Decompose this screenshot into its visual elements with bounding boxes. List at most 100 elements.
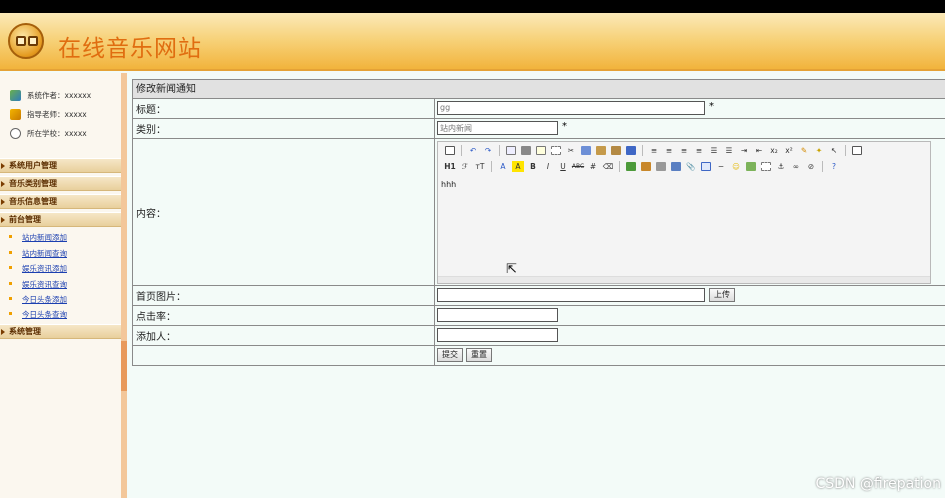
author-text: 系统作者：xxxxxx: [27, 91, 92, 100]
bold-button[interactable]: B: [527, 161, 539, 172]
underline-button[interactable]: U: [557, 161, 569, 172]
title-input[interactable]: gg: [437, 101, 705, 115]
editor-resize-handle[interactable]: [438, 276, 930, 283]
strikethrough-button[interactable]: ABC: [572, 161, 584, 172]
indent-icon[interactable]: ⇥: [738, 145, 750, 156]
mouse-cursor-icon: ⇱: [506, 262, 517, 277]
bgcolor-button[interactable]: A: [512, 160, 524, 172]
line-height-icon[interactable]: #: [587, 161, 599, 172]
clicks-label: 点击率：: [133, 306, 435, 325]
menu-item-headline-query[interactable]: 今日头条查询: [9, 309, 67, 320]
justify-center-icon[interactable]: ≡: [663, 145, 675, 156]
select-icon[interactable]: ↖: [828, 145, 840, 156]
undo-icon[interactable]: ↶: [467, 145, 479, 156]
menu-section-users[interactable]: 系统用户管理: [0, 158, 121, 173]
emoticon-icon[interactable]: ☺: [730, 161, 742, 172]
news-edit-form: 修改新闻通知 标题： gg * 类别： 站内新闻 * 内容： ↶ ↷ ✂ ≡ ≡…: [132, 79, 945, 366]
font-size-dropdown[interactable]: тT: [474, 161, 486, 172]
image-label: 首页图片：: [133, 286, 435, 305]
adder-row: 添加人：: [133, 326, 945, 346]
form-title: 修改新闻通知: [133, 80, 945, 99]
print-icon[interactable]: [520, 145, 532, 156]
menu-section-music-category[interactable]: 音乐类别管理: [0, 176, 121, 191]
actions-row: 提交 重置: [133, 346, 945, 366]
link-icon[interactable]: ∞: [790, 161, 802, 172]
teacher-text: 指导老师：xxxxx: [27, 110, 87, 119]
menu-section-system[interactable]: 系统管理: [0, 324, 121, 339]
menu-section-front[interactable]: 前台管理: [0, 212, 121, 227]
hr-icon[interactable]: ─: [715, 161, 727, 172]
menu-item-ent-add[interactable]: 娱乐资讯添加: [9, 263, 67, 274]
splitter-handle[interactable]: [121, 341, 127, 391]
heading-dropdown[interactable]: H1: [444, 161, 456, 172]
music-logo-icon: [8, 23, 44, 59]
school-icon: [10, 128, 21, 139]
pagebreak-icon[interactable]: [760, 161, 772, 172]
multi-image-icon[interactable]: [640, 161, 652, 172]
superscript-icon[interactable]: x²: [783, 145, 795, 156]
teacher-info: 指导老师：xxxxx: [10, 109, 87, 120]
image-input[interactable]: [437, 288, 705, 302]
copy-icon[interactable]: [580, 145, 592, 156]
attachment-icon[interactable]: 📎: [685, 161, 697, 172]
paste-icon[interactable]: [595, 145, 607, 156]
remove-format-icon[interactable]: ⌫: [602, 161, 614, 172]
justify-left-icon[interactable]: ≡: [648, 145, 660, 156]
preview-icon[interactable]: [505, 145, 517, 156]
sidebar: 系统作者：xxxxxx 指导老师：xxxxx 所在学校：xxxxx 系统用户管理…: [0, 73, 121, 498]
clicks-row: 点击率：: [133, 306, 945, 326]
table-icon[interactable]: [700, 161, 712, 172]
required-mark: *: [562, 121, 567, 132]
site-title: 在线音乐网站: [58, 36, 202, 62]
menu-item-news-add[interactable]: 站内新闻添加: [9, 232, 67, 243]
fullscreen-icon[interactable]: [851, 145, 863, 156]
school-text: 所在学校：xxxxx: [27, 129, 87, 138]
font-dropdown[interactable]: ℱ: [459, 161, 471, 172]
teacher-icon: [10, 109, 21, 120]
submit-button[interactable]: 提交: [437, 348, 463, 362]
cut-icon[interactable]: ✂: [565, 145, 577, 156]
justify-right-icon[interactable]: ≡: [678, 145, 690, 156]
menu-item-ent-query[interactable]: 娱乐资讯查询: [9, 279, 67, 290]
reset-button[interactable]: 重置: [466, 348, 492, 362]
editor-toolbar-row1: ↶ ↷ ✂ ≡ ≡ ≡ ≡ ☰ ☰ ⇥ ⇤ x₂ x² ✎ ✦ ↖: [438, 142, 930, 158]
redo-icon[interactable]: ↷: [482, 145, 494, 156]
adder-input[interactable]: [437, 328, 558, 342]
justify-full-icon[interactable]: ≡: [693, 145, 705, 156]
ordered-list-icon[interactable]: ☰: [708, 145, 720, 156]
flash-icon[interactable]: [655, 161, 667, 172]
menu-item-headline-add[interactable]: 今日头条添加: [9, 294, 67, 305]
category-input[interactable]: 站内新闻: [437, 121, 558, 135]
subscript-icon[interactable]: x₂: [768, 145, 780, 156]
actions-label-cell: [133, 346, 435, 365]
unlink-icon[interactable]: ⊘: [805, 161, 817, 172]
person-icon: [10, 90, 21, 101]
clicks-input[interactable]: [437, 308, 558, 322]
paste-word-icon[interactable]: [625, 145, 637, 156]
content-label: 内容：: [133, 139, 435, 285]
editor-content-area[interactable]: hhh: [439, 176, 929, 276]
school-info: 所在学校：xxxxx: [10, 128, 87, 139]
map-icon[interactable]: [745, 161, 757, 172]
template-icon[interactable]: [535, 145, 547, 156]
anchor-icon[interactable]: ⚓: [775, 161, 787, 172]
unordered-list-icon[interactable]: ☰: [723, 145, 735, 156]
outdent-icon[interactable]: ⇤: [753, 145, 765, 156]
source-icon[interactable]: [444, 145, 456, 156]
quick-format-icon[interactable]: ✦: [813, 145, 825, 156]
forecolor-button[interactable]: A: [497, 161, 509, 172]
clear-format-icon[interactable]: ✎: [798, 145, 810, 156]
sidebar-splitter[interactable]: [121, 73, 127, 498]
adder-label: 添加人：: [133, 326, 435, 345]
help-icon[interactable]: ?: [828, 161, 840, 172]
media-icon[interactable]: [670, 161, 682, 172]
image-icon[interactable]: [625, 161, 637, 172]
select-all-icon[interactable]: [550, 145, 562, 156]
title-label: 标题：: [133, 99, 435, 118]
menu-section-music-info[interactable]: 音乐信息管理: [0, 194, 121, 209]
upload-button[interactable]: 上传: [709, 288, 735, 302]
author-info: 系统作者：xxxxxx: [10, 90, 91, 101]
menu-item-news-query[interactable]: 站内新闻查询: [9, 248, 67, 259]
italic-button[interactable]: I: [542, 161, 554, 172]
paste-text-icon[interactable]: [610, 145, 622, 156]
